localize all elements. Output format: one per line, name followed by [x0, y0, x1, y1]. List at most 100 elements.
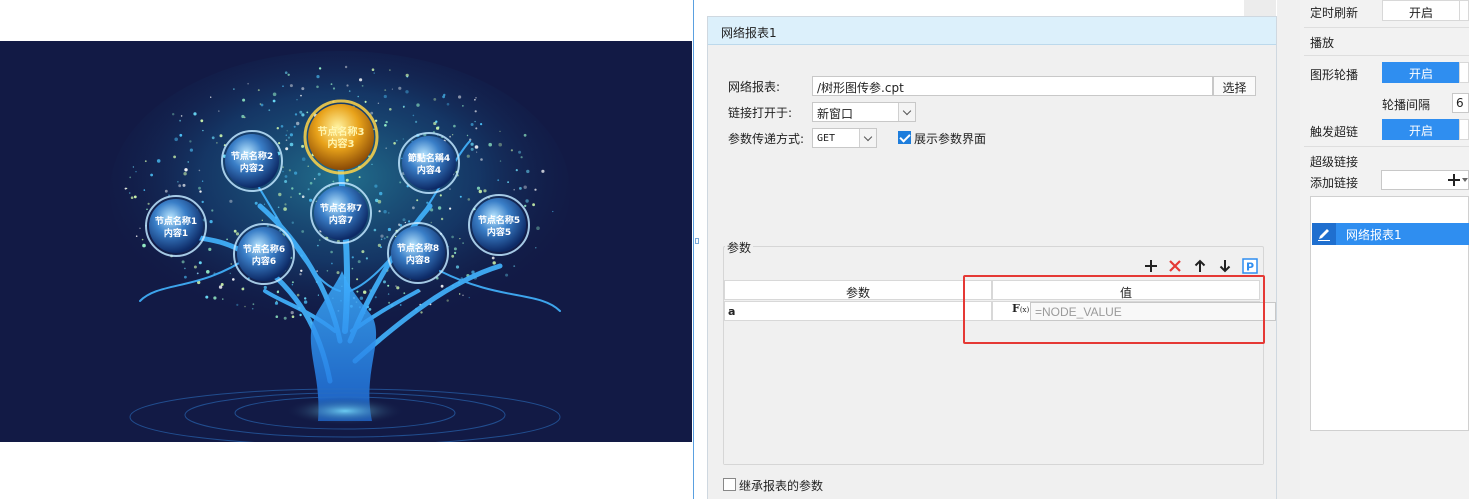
sparkle-dot	[275, 315, 279, 319]
timed-refresh-toggle[interactable]: 开启	[1382, 0, 1460, 21]
sparkle-dot	[241, 287, 245, 291]
sparkle-dot	[541, 169, 545, 173]
sparkle-dot	[420, 311, 423, 314]
separator	[1304, 55, 1469, 56]
inherit-params-checkbox[interactable]	[723, 478, 736, 491]
tree-node-3[interactable]: 节点名称3内容3	[303, 99, 379, 175]
split-divider[interactable]	[693, 0, 694, 499]
sparkle-dot	[395, 285, 397, 287]
sparkle-dot	[523, 133, 527, 137]
split-handle[interactable]	[695, 238, 699, 244]
caret-down-icon[interactable]	[1462, 178, 1468, 182]
parameter-p-icon[interactable]: P	[1242, 258, 1258, 274]
interval-input[interactable]: 6	[1452, 93, 1469, 113]
sparkle-dot	[211, 209, 214, 212]
sparkle-dot	[454, 251, 457, 254]
sparkle-dot	[276, 127, 279, 130]
show-params-checkbox[interactable]	[898, 131, 911, 144]
sparkle-dot	[291, 221, 294, 224]
delete-icon[interactable]	[1167, 258, 1183, 274]
sparkle-dot	[174, 137, 178, 142]
node-name: 节点名称1	[155, 215, 197, 227]
sparkle-dot	[395, 235, 397, 238]
carousel-toggle[interactable]: 开启	[1382, 62, 1460, 83]
tree-node-1[interactable]: 节点名称1内容1	[145, 195, 207, 257]
sparkle-dot	[156, 159, 161, 163]
sparkle-dot	[202, 129, 204, 132]
sparkle-dot	[147, 202, 150, 205]
open-in-label: 链接打开于:	[728, 106, 793, 120]
tree-node-5[interactable]: 节点名称5内容5	[468, 194, 530, 256]
add-link-dropdown[interactable]	[1381, 170, 1469, 190]
sparkle-dot	[289, 133, 293, 137]
sparkle-dot	[198, 169, 201, 172]
method-select[interactable]: GET	[812, 128, 877, 148]
open-in-value: 新窗口	[817, 107, 854, 121]
sparkle-dot	[213, 296, 217, 300]
sparkle-dot	[519, 187, 522, 190]
sparkle-dot	[476, 151, 478, 153]
sparkle-dot	[510, 149, 513, 152]
sparkle-dot	[235, 232, 240, 236]
sparkle-dot	[291, 284, 294, 286]
hyperlink-list: 网络报表1	[1310, 196, 1469, 431]
sparkle-dot	[351, 267, 354, 270]
sparkle-dot	[525, 199, 529, 203]
tree-node-7[interactable]: 节点名称7内容7	[310, 182, 372, 244]
tree-node-2[interactable]: 节点名称2内容2	[221, 130, 283, 192]
sparkle-dot	[172, 113, 175, 116]
move-down-icon[interactable]	[1217, 258, 1233, 274]
sparkle-dot	[199, 190, 202, 193]
sparkle-dot	[387, 227, 391, 232]
sparkle-dot	[389, 108, 392, 111]
sparkle-dot	[331, 262, 333, 265]
sparkle-dot	[179, 133, 183, 137]
sparkle-dot	[377, 199, 382, 204]
sparkle-dot	[178, 184, 182, 188]
chevron-down-icon[interactable]	[898, 103, 915, 121]
add-link-plus-icon[interactable]	[1447, 173, 1461, 187]
sparkle-dot	[307, 188, 310, 191]
select-report-button[interactable]: 选择	[1213, 76, 1256, 96]
chevron-down-icon[interactable]	[859, 129, 876, 147]
tree-node-4[interactable]: 節點名稱4内容4	[398, 132, 460, 194]
method-label: 参数传递方式:	[728, 132, 805, 146]
sparkle-dot	[196, 272, 199, 275]
sparkle-dot	[294, 113, 298, 116]
sparkle-dot	[182, 183, 186, 187]
sparkle-dot	[230, 263, 233, 265]
add-icon[interactable]	[1143, 258, 1159, 274]
timed-refresh-label: 定时刷新	[1310, 6, 1359, 20]
sparkle-dot	[459, 293, 461, 295]
sparkle-dot	[402, 218, 406, 222]
sparkle-dot	[453, 247, 457, 251]
sparkle-dot	[301, 195, 305, 198]
sparkle-dot	[458, 95, 462, 99]
sparkle-dot	[470, 142, 474, 146]
sparkle-dot	[398, 86, 402, 90]
move-up-icon[interactable]	[1192, 258, 1208, 274]
timed-refresh-off[interactable]	[1459, 0, 1469, 21]
sparkle-dot	[520, 156, 523, 159]
sparkle-dot	[402, 138, 404, 140]
tree-node-6[interactable]: 节点名称6内容6	[233, 223, 295, 285]
report-path-field[interactable]: /树形图传参.cpt	[812, 76, 1213, 96]
open-in-select[interactable]: 新窗口	[812, 102, 916, 122]
edit-link-button[interactable]	[1312, 223, 1336, 245]
sparkle-dot	[144, 160, 147, 163]
tree-node-8[interactable]: 节点名称8内容8	[387, 222, 449, 284]
sparkle-dot	[301, 230, 305, 233]
trigger-link-toggle[interactable]: 开启	[1382, 119, 1460, 140]
sparkle-dot	[330, 83, 333, 85]
sparkle-dot	[211, 136, 215, 140]
sparkle-dot	[142, 243, 146, 248]
sparkle-dot	[299, 273, 302, 276]
carousel-off[interactable]	[1459, 62, 1469, 83]
param-name-cell[interactable]: a	[724, 301, 992, 321]
trigger-link-off[interactable]	[1459, 119, 1469, 140]
tree-base-glow	[285, 397, 405, 425]
params-group-label: 参数	[725, 239, 754, 256]
sparkle-dot	[388, 301, 391, 304]
sparkle-dot	[351, 256, 354, 259]
sparkle-dot	[359, 296, 364, 300]
